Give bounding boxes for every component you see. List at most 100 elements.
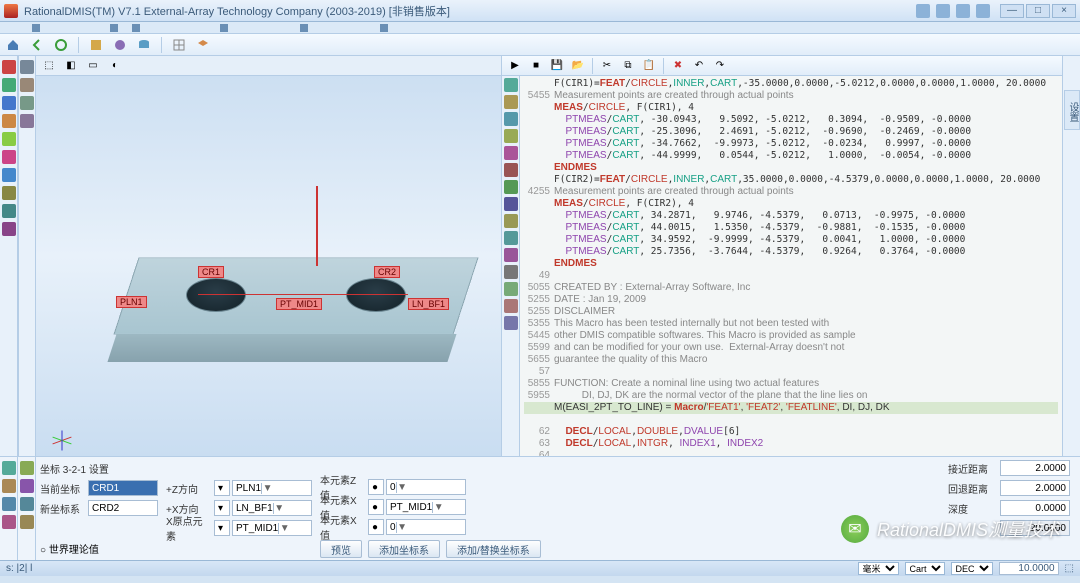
redo-icon[interactable]: ↷ <box>711 57 729 75</box>
tool-icon[interactable] <box>976 4 990 18</box>
preview-button[interactable]: 预览 <box>320 540 362 558</box>
delete-icon[interactable]: ✖ <box>669 57 687 75</box>
side-panel-label[interactable]: 设置 <box>1064 90 1080 130</box>
sphere-icon[interactable] <box>2 186 16 200</box>
dir-icon-input[interactable]: ▾ <box>214 520 230 536</box>
sphere-icon[interactable] <box>111 36 129 54</box>
new-crd-input[interactable]: CRD2 <box>88 500 158 516</box>
align-icon[interactable] <box>2 479 16 493</box>
marker-icon[interactable] <box>504 78 518 92</box>
x-elem-input[interactable]: PT_MID1▼ <box>386 499 466 515</box>
point-icon[interactable] <box>2 78 16 92</box>
layer-icon[interactable] <box>194 36 212 54</box>
undo-icon[interactable]: ↶ <box>690 57 708 75</box>
tool-icon[interactable] <box>956 4 970 18</box>
marker-icon[interactable] <box>504 163 518 177</box>
3d-viewport[interactable]: ⬚ ◧ ▭ ◐ CR1 CR2 PLN1 PT_MID1 LN_BF1 <box>36 56 502 456</box>
copy-icon[interactable]: ⧉ <box>619 57 637 75</box>
close-button[interactable]: × <box>1052 4 1076 18</box>
grid-icon[interactable] <box>170 36 188 54</box>
marker-icon[interactable] <box>504 265 518 279</box>
marker-icon[interactable] <box>504 299 518 313</box>
rot-icon[interactable] <box>20 497 34 511</box>
origin-icon[interactable] <box>2 515 16 529</box>
cylinder-icon[interactable] <box>135 36 153 54</box>
pan-icon[interactable] <box>20 96 34 110</box>
view-icon[interactable] <box>20 60 34 74</box>
marker-icon[interactable] <box>504 129 518 143</box>
dir-icon-input[interactable]: ▾ <box>214 480 230 496</box>
code-editor[interactable]: F(CIR1)=FEAT/CIRCLE,INNER,CART,-35.0000,… <box>520 76 1062 456</box>
marker-icon[interactable] <box>504 180 518 194</box>
plane-icon[interactable] <box>2 114 16 128</box>
x-dir-input[interactable]: LN_BF1▼ <box>232 500 312 516</box>
stop-icon[interactable]: ■ <box>527 57 545 75</box>
status-icon[interactable]: ⬚ <box>1065 563 1074 574</box>
unit-select[interactable]: 毫米 <box>858 562 899 575</box>
tag-lnbf1[interactable]: LN_BF1 <box>408 298 449 310</box>
depth-input[interactable]: 0.0000 <box>1000 500 1070 516</box>
flip-icon[interactable] <box>20 515 34 529</box>
retract-input[interactable]: 2.0000 <box>1000 480 1070 496</box>
iso-icon[interactable]: ◧ <box>62 57 80 75</box>
shade-icon[interactable]: ◐ <box>106 57 124 75</box>
icon-input[interactable]: ● <box>368 499 384 515</box>
marker-icon[interactable] <box>504 248 518 262</box>
maximize-button[interactable]: □ <box>1026 4 1050 18</box>
open-icon[interactable]: 📂 <box>569 57 587 75</box>
zoom-icon[interactable] <box>20 78 34 92</box>
cylinder-icon[interactable] <box>2 150 16 164</box>
tag-cr1[interactable]: CR1 <box>198 266 224 278</box>
current-crd-input[interactable]: CRD1 <box>88 480 158 496</box>
marker-icon[interactable] <box>504 112 518 126</box>
slot-icon[interactable] <box>2 222 16 236</box>
world-theory-checkbox[interactable]: ○ 世界理论值 <box>40 541 99 556</box>
tag-ptmid1[interactable]: PT_MID1 <box>276 298 322 310</box>
dir-icon-input[interactable]: ▾ <box>214 500 230 516</box>
add-replace-crd-button[interactable]: 添加/替换坐标系 <box>446 540 541 558</box>
marker-icon[interactable] <box>504 282 518 296</box>
x-origin-input[interactable]: PT_MID1▼ <box>232 520 312 536</box>
circle-icon[interactable] <box>2 132 16 146</box>
coord-select[interactable]: Cart <box>905 562 945 575</box>
cone-icon[interactable] <box>2 168 16 182</box>
home-icon[interactable] <box>4 36 22 54</box>
line-icon[interactable] <box>2 96 16 110</box>
tag-pln1[interactable]: PLN1 <box>116 296 147 308</box>
tool-icon[interactable] <box>936 4 950 18</box>
probe-icon[interactable] <box>2 60 16 74</box>
icon-input[interactable]: ● <box>368 519 384 535</box>
add-crd-button[interactable]: 添加坐标系 <box>368 540 440 558</box>
save-icon[interactable]: 💾 <box>548 57 566 75</box>
minimize-button[interactable]: — <box>1000 4 1024 18</box>
z-value-input[interactable]: 0▼ <box>386 479 466 495</box>
marker-icon[interactable] <box>504 214 518 228</box>
marker-icon[interactable] <box>504 146 518 160</box>
refresh-icon[interactable] <box>52 36 70 54</box>
trans-icon[interactable] <box>20 479 34 493</box>
cube-icon[interactable] <box>87 36 105 54</box>
tag-cr2[interactable]: CR2 <box>374 266 400 278</box>
marker-icon[interactable] <box>504 95 518 109</box>
paste-icon[interactable]: 📋 <box>640 57 658 75</box>
datum-icon[interactable] <box>2 497 16 511</box>
approach-input[interactable]: 2.0000 <box>1000 460 1070 476</box>
crd-icon[interactable] <box>2 461 16 475</box>
front-icon[interactable]: ▭ <box>84 57 102 75</box>
tool-icon[interactable] <box>916 4 930 18</box>
run-icon[interactable]: ▶ <box>506 57 524 75</box>
back-icon[interactable] <box>28 36 46 54</box>
fit-icon[interactable]: ⬚ <box>40 57 58 75</box>
arc-icon[interactable] <box>2 204 16 218</box>
cut-icon[interactable]: ✂ <box>598 57 616 75</box>
icon-input[interactable]: ● <box>368 479 384 495</box>
axis-icon[interactable] <box>20 461 34 475</box>
x-value-input[interactable]: 0▼ <box>386 519 466 535</box>
marker-icon[interactable] <box>504 316 518 330</box>
marker-icon[interactable] <box>504 231 518 245</box>
rotate-icon[interactable] <box>20 114 34 128</box>
z-dir-input[interactable]: PLN1▼ <box>232 480 312 496</box>
format-select[interactable]: DEC <box>951 562 993 575</box>
label: 深度 <box>948 501 998 516</box>
marker-icon[interactable] <box>504 197 518 211</box>
